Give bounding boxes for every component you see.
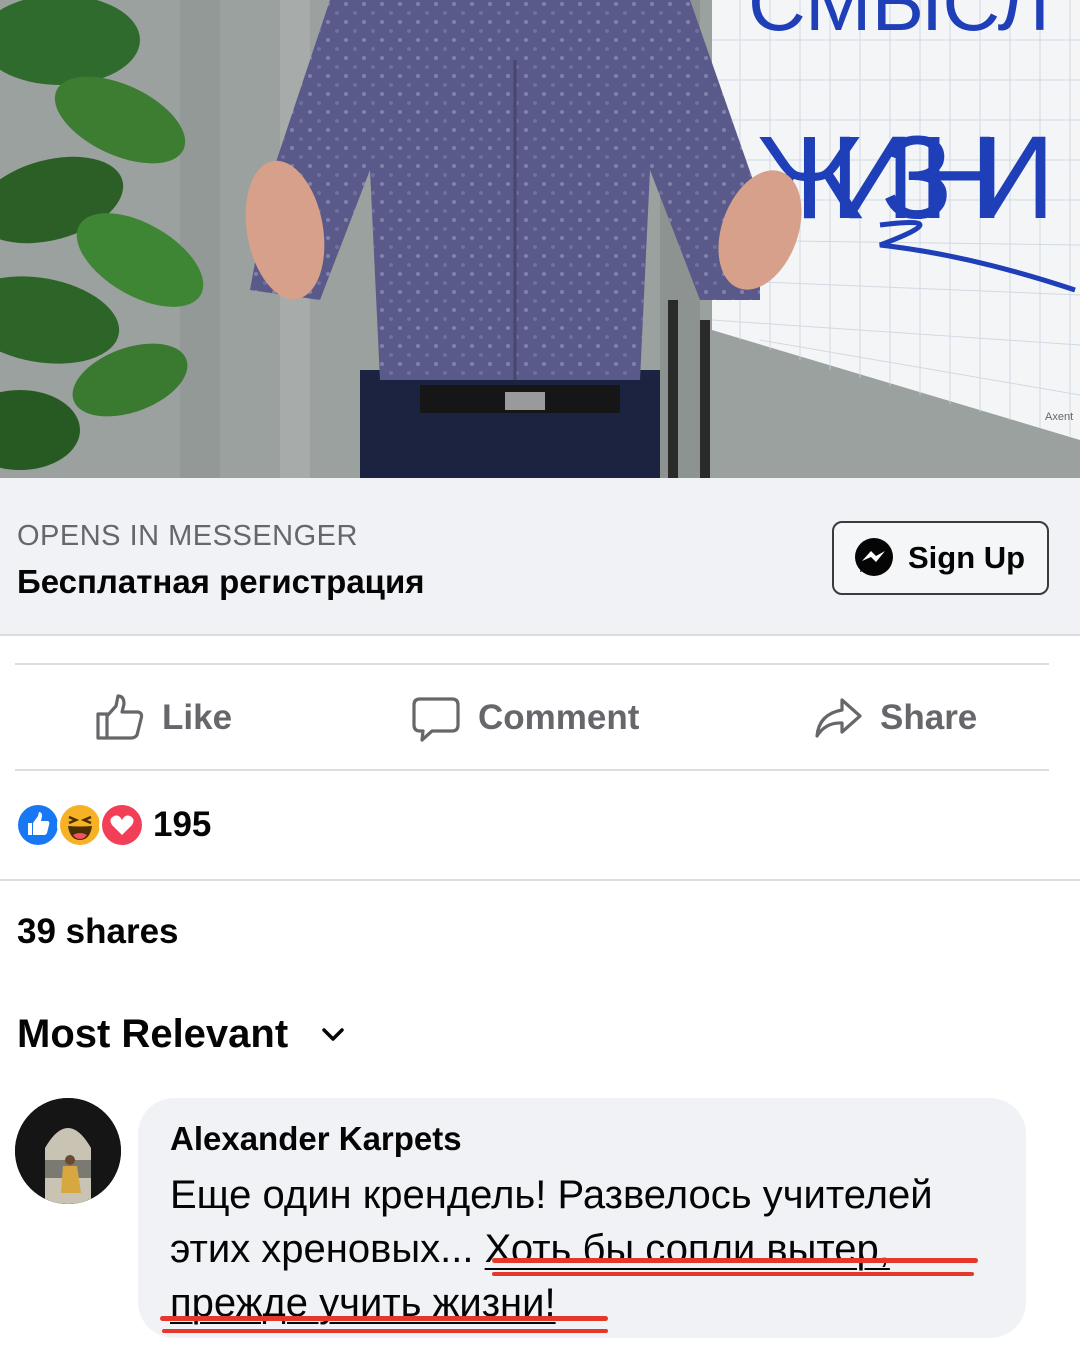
chevron-down-icon xyxy=(322,1027,344,1041)
shares-count[interactable]: 39 shares xyxy=(17,912,179,952)
share-button[interactable]: Share xyxy=(812,665,977,770)
like-button[interactable]: Like xyxy=(94,665,232,770)
sign-up-button[interactable]: Sign Up xyxy=(832,521,1049,595)
love-reaction-icon xyxy=(99,802,145,848)
avatar[interactable] xyxy=(15,1098,121,1204)
sign-up-label: Sign Up xyxy=(908,540,1026,575)
comment-sort-dropdown[interactable]: Most Relevant xyxy=(17,1012,348,1057)
post-video[interactable]: СМЫСЛ ЖИЗНИ Axent xyxy=(0,0,1080,478)
comment-bubble: Alexander Karpets Еще один крендель! Раз… xyxy=(138,1098,1026,1338)
reactions-divider xyxy=(0,879,1080,881)
red-underline-mark xyxy=(162,1329,608,1333)
comment-author[interactable]: Alexander Karpets xyxy=(170,1120,994,1158)
cta-title: Бесплатная регистрация xyxy=(17,563,425,600)
comment-label: Comment xyxy=(478,697,640,737)
red-underline-mark xyxy=(492,1258,978,1263)
share-arrow-icon xyxy=(815,697,862,738)
red-underline-mark xyxy=(160,1316,608,1321)
reactions-summary[interactable]: 195 xyxy=(15,800,211,850)
action-bar-bottom-divider xyxy=(15,769,1049,771)
avatar-photo xyxy=(15,1098,121,1204)
board-signature: Axent xyxy=(1045,411,1073,423)
post-action-bar: Like Comment Share xyxy=(0,665,1080,770)
share-label: Share xyxy=(880,697,978,737)
video-frame-illustration: СМЫСЛ ЖИЗНИ Axent xyxy=(0,0,1080,478)
haha-reaction-icon xyxy=(57,802,103,848)
board-text-top: СМЫСЛ xyxy=(748,0,1050,47)
thumbs-up-icon xyxy=(96,693,144,740)
messenger-cta-bar: OPENS IN MESSENGER Бесплатная регистраци… xyxy=(0,478,1080,636)
comment-bubble-icon xyxy=(412,696,460,742)
comment-text: Еще один крендель! Развелось учителей эт… xyxy=(170,1168,994,1330)
cta-caption: OPENS IN MESSENGER xyxy=(17,520,358,552)
reaction-count: 195 xyxy=(153,805,212,844)
red-underline-mark xyxy=(492,1272,974,1276)
comment-button[interactable]: Comment xyxy=(410,665,639,770)
sort-label: Most Relevant xyxy=(17,1012,289,1056)
messenger-icon xyxy=(855,538,893,576)
like-label: Like xyxy=(162,697,233,737)
like-reaction-icon xyxy=(15,802,61,848)
